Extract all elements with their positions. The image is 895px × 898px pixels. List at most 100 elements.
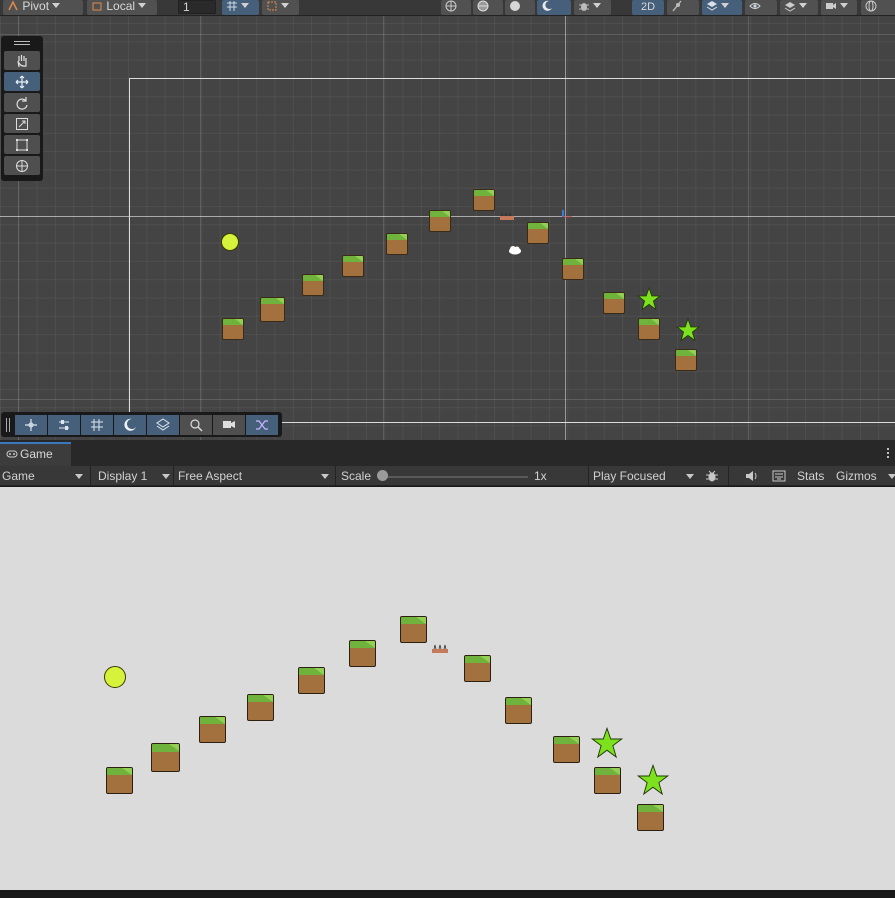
space-dropdown[interactable]: Local bbox=[87, 0, 157, 15]
effects-toggle-button[interactable] bbox=[702, 0, 742, 15]
overlay-search-button[interactable] bbox=[180, 414, 212, 435]
gizmos-dropdown[interactable] bbox=[861, 0, 895, 15]
gamepad-icon bbox=[6, 450, 18, 458]
spike-trap-sprite[interactable] bbox=[499, 213, 515, 221]
grid-snap-icon bbox=[227, 1, 237, 11]
pivot-dropdown[interactable]: Pivot bbox=[3, 0, 83, 15]
ground-block[interactable] bbox=[302, 274, 324, 296]
star-pickup[interactable] bbox=[676, 318, 700, 342]
scale-value: 1x bbox=[534, 469, 547, 483]
cloud-icon bbox=[509, 246, 521, 255]
ground-block bbox=[106, 767, 133, 794]
overlay-layers-button[interactable] bbox=[147, 414, 179, 435]
game-view[interactable] bbox=[0, 487, 895, 890]
transform-tool-button[interactable] bbox=[4, 156, 40, 175]
scale-slider-track[interactable] bbox=[383, 476, 528, 478]
stats-button[interactable]: Stats bbox=[797, 466, 824, 486]
grid-increment-field[interactable]: 1 bbox=[178, 0, 216, 14]
camera-dropdown[interactable] bbox=[821, 0, 857, 15]
ball-sprite[interactable] bbox=[221, 233, 239, 251]
overlay-grid-button[interactable] bbox=[81, 414, 113, 435]
space-label: Local bbox=[106, 0, 136, 13]
speaker-icon[interactable] bbox=[745, 470, 759, 482]
lighting-toggle-button[interactable] bbox=[667, 0, 699, 15]
chevron-down-icon bbox=[799, 3, 807, 8]
separator bbox=[728, 466, 729, 486]
ground-block[interactable] bbox=[222, 318, 244, 340]
toggle-2d-button[interactable]: 2D bbox=[632, 0, 664, 15]
scene-visibility-button[interactable] bbox=[745, 0, 777, 15]
scale-tool-button[interactable] bbox=[4, 114, 40, 133]
tab-game[interactable]: Game bbox=[0, 442, 71, 466]
chevron-down-icon bbox=[321, 474, 329, 479]
ground-block bbox=[594, 767, 621, 794]
move-tool-button[interactable] bbox=[4, 72, 40, 91]
ground-block bbox=[151, 743, 180, 772]
shading-wireframe-button[interactable] bbox=[441, 0, 471, 15]
aspect-dropdown[interactable]: Free Aspect bbox=[178, 466, 242, 486]
rect-transform-icon bbox=[16, 138, 28, 151]
tool-palette bbox=[1, 36, 43, 181]
rect-tool-button[interactable] bbox=[4, 135, 40, 154]
star-pickup bbox=[591, 727, 623, 759]
view-dropdown[interactable]: Game bbox=[2, 466, 35, 486]
star-pickup[interactable] bbox=[637, 287, 661, 311]
ground-block[interactable] bbox=[260, 297, 285, 322]
shading-unlit-button[interactable] bbox=[537, 0, 571, 15]
tab-game-label: Game bbox=[20, 447, 53, 461]
ground-block[interactable] bbox=[562, 258, 584, 280]
ground-block[interactable] bbox=[342, 255, 364, 277]
ground-block[interactable] bbox=[603, 292, 625, 314]
moon-icon bbox=[124, 418, 136, 431]
chevron-down-icon bbox=[75, 474, 83, 479]
overlay-lighting-button[interactable] bbox=[114, 414, 146, 435]
debug-draw-button[interactable] bbox=[574, 0, 611, 15]
overlay-move-button[interactable] bbox=[15, 414, 47, 435]
overlay-grip[interactable] bbox=[6, 417, 10, 432]
overlay-camera-button[interactable] bbox=[213, 414, 245, 435]
shaded-sphere-icon bbox=[510, 1, 520, 11]
chevron-down-icon bbox=[162, 474, 170, 479]
palette-grip[interactable] bbox=[14, 41, 30, 45]
shading-shaded-wire-button[interactable] bbox=[473, 0, 503, 15]
search-icon bbox=[190, 418, 203, 431]
ground-block bbox=[247, 694, 274, 721]
overlay-shuffle-button[interactable] bbox=[246, 414, 278, 435]
ground-block[interactable] bbox=[638, 318, 660, 340]
scene-view[interactable] bbox=[0, 16, 895, 440]
pivot-icon bbox=[8, 0, 18, 11]
play-mode-dropdown[interactable]: Play Focused bbox=[593, 466, 666, 486]
scale-slider-handle[interactable] bbox=[377, 470, 388, 481]
grid-snap-button[interactable] bbox=[222, 0, 259, 15]
shading-shaded-button[interactable] bbox=[505, 0, 535, 15]
ground-block bbox=[637, 804, 664, 831]
sliders-icon bbox=[59, 419, 69, 430]
ground-block bbox=[349, 640, 376, 667]
tile-layers-icon bbox=[156, 417, 170, 431]
local-space-icon bbox=[92, 2, 102, 11]
ground-block[interactable] bbox=[527, 222, 549, 244]
chevron-down-icon bbox=[52, 3, 61, 8]
gizmos-button[interactable]: Gizmos bbox=[836, 466, 877, 486]
hand-tool-button[interactable] bbox=[4, 51, 40, 70]
ground-block[interactable] bbox=[675, 349, 697, 371]
scale-icon bbox=[16, 117, 28, 130]
keyboard-icon[interactable] bbox=[772, 470, 786, 482]
chevron-down-icon bbox=[721, 3, 729, 8]
move-gizmo-icon[interactable] bbox=[558, 209, 574, 223]
ground-block[interactable] bbox=[473, 189, 495, 211]
snap-settings-button[interactable] bbox=[262, 0, 299, 15]
tab-menu-icon[interactable] bbox=[887, 447, 889, 459]
rotate-icon bbox=[16, 96, 28, 110]
bug-icon[interactable] bbox=[705, 469, 719, 483]
ground-block[interactable] bbox=[386, 233, 408, 255]
ground-block bbox=[400, 616, 427, 643]
rotate-tool-button[interactable] bbox=[4, 93, 40, 112]
display-dropdown[interactable]: Display 1 bbox=[98, 466, 147, 486]
ground-block bbox=[553, 736, 580, 763]
transform-icon bbox=[16, 159, 28, 172]
bug-icon bbox=[579, 3, 589, 11]
ground-block[interactable] bbox=[429, 210, 451, 232]
layers-dropdown[interactable] bbox=[780, 0, 818, 15]
overlay-settings-button[interactable] bbox=[48, 414, 80, 435]
